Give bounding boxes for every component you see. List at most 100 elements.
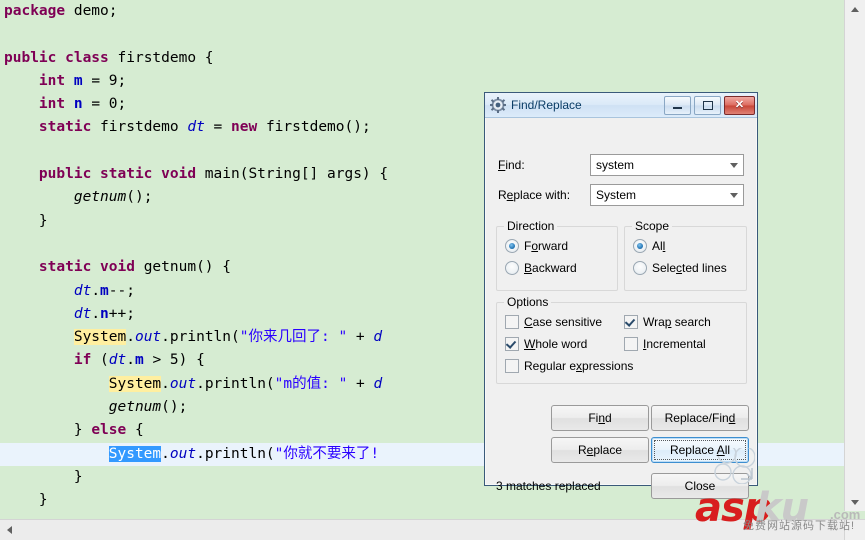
- replace-all-button-label: Replace All: [669, 443, 731, 457]
- chevron-down-icon[interactable]: [725, 162, 743, 168]
- code-token: =: [204, 119, 232, 136]
- checkbox-wrap-search-label: Wrap search: [643, 315, 711, 329]
- radio-selected-lines-indicator[interactable]: [633, 261, 647, 275]
- code-token: .: [161, 445, 170, 462]
- chevron-down-icon-2[interactable]: [725, 192, 743, 198]
- code-token: .println(: [161, 329, 240, 346]
- options-group: Options Case sensitive Wrap search Whole…: [496, 295, 747, 384]
- radio-backward[interactable]: Backward: [505, 261, 577, 275]
- status-text: 3 matches replaced: [496, 479, 601, 493]
- replace-label: Replace with:: [498, 188, 571, 202]
- code-line[interactable]: int m = 9;: [0, 70, 845, 93]
- restore-button[interactable]: [694, 95, 721, 115]
- code-token: if: [73, 352, 92, 369]
- checkbox-incremental-label: Incremental: [643, 337, 706, 351]
- find-input-value: system: [596, 158, 635, 172]
- replace-input[interactable]: System: [590, 184, 744, 206]
- code-token: .println(: [196, 375, 275, 392]
- checkbox-wrap-search[interactable]: Wrap search: [624, 315, 711, 329]
- radio-forward-label: Forward: [524, 239, 569, 253]
- editor-vertical-scrollbar[interactable]: [844, 0, 865, 511]
- radio-all[interactable]: All: [633, 239, 665, 253]
- checkbox-regular-expressions-box[interactable]: [505, 359, 519, 373]
- code-token: ;: [117, 72, 127, 89]
- checkbox-whole-word[interactable]: Whole word: [505, 337, 587, 351]
- code-token: package: [4, 3, 74, 19]
- find-label: Find:: [498, 158, 525, 172]
- checkbox-regular-expressions-label: Regular expressions: [524, 359, 634, 373]
- checkbox-incremental-box[interactable]: [624, 337, 638, 351]
- code-token: "m的值: ": [274, 375, 348, 392]
- code-token: 5: [169, 352, 179, 369]
- checkbox-case-sensitive[interactable]: Case sensitive: [505, 315, 602, 329]
- checkbox-case-sensitive-box[interactable]: [505, 315, 519, 329]
- window-buttons: ✕: [664, 95, 755, 115]
- code-token: System: [108, 445, 162, 462]
- code-token: .: [161, 375, 170, 392]
- find-replace-dialog[interactable]: Find/Replace ✕ Find: system Replace with…: [484, 92, 758, 499]
- radio-selected-lines[interactable]: Selected lines: [633, 261, 727, 275]
- radio-backward-indicator[interactable]: [505, 261, 519, 275]
- code-token: =: [82, 72, 109, 89]
- find-button-label: Find: [588, 411, 612, 425]
- code-token: dt: [108, 352, 127, 369]
- code-token: ;: [108, 3, 118, 19]
- code-line[interactable]: package demo;: [0, 0, 845, 23]
- scope-group: Scope All Selected lines: [624, 219, 747, 291]
- code-token: System: [108, 375, 162, 392]
- scroll-up-icon[interactable]: [845, 0, 865, 18]
- code-token: d: [373, 329, 383, 346]
- find-button[interactable]: Find: [551, 405, 649, 431]
- checkbox-regular-expressions[interactable]: Regular expressions: [505, 359, 633, 373]
- replace-button-label: Replace: [577, 443, 623, 457]
- replace-button[interactable]: Replace: [551, 437, 649, 463]
- close-window-button[interactable]: ✕: [724, 95, 755, 115]
- code-line[interactable]: [0, 23, 845, 46]
- code-token: int: [38, 96, 66, 113]
- code-token: firstdemo: [91, 119, 188, 136]
- watermark-subtitle: 免费网站源码下载站!: [743, 520, 856, 532]
- checkbox-whole-word-box[interactable]: [505, 337, 519, 351]
- dialog-titlebar[interactable]: Find/Replace ✕: [485, 93, 757, 118]
- scroll-left-icon[interactable]: [0, 520, 18, 540]
- code-token: public class: [4, 49, 118, 66]
- code-token: ;: [117, 96, 127, 113]
- code-line[interactable]: public class firstdemo {: [0, 47, 845, 70]
- code-token: out: [169, 375, 197, 392]
- radio-forward-indicator[interactable]: [505, 239, 519, 253]
- radio-forward[interactable]: Forward: [505, 239, 568, 253]
- code-token: .: [91, 282, 101, 299]
- checkbox-wrap-search-box[interactable]: [624, 315, 638, 329]
- find-input[interactable]: system: [590, 154, 744, 176]
- replace-find-button[interactable]: Replace/Find: [651, 405, 749, 431]
- minimize-button[interactable]: [664, 95, 691, 115]
- direction-group-title: Direction: [504, 219, 558, 233]
- code-token: +: [347, 375, 374, 392]
- checkbox-incremental[interactable]: Incremental: [624, 337, 706, 351]
- code-token: ++;: [108, 305, 135, 322]
- code-token: out: [169, 445, 197, 462]
- code-token: int: [38, 72, 66, 89]
- code-token: }: [4, 468, 83, 485]
- replace-all-button[interactable]: Replace All: [651, 437, 749, 463]
- code-token: static: [38, 119, 92, 136]
- code-token: .println(: [196, 445, 275, 462]
- radio-all-indicator[interactable]: [633, 239, 647, 253]
- code-token: {: [126, 422, 144, 439]
- replace-find-button-label: Replace/Find: [664, 411, 736, 425]
- code-token: firstdemo: [117, 49, 197, 66]
- code-token: .: [126, 329, 135, 346]
- code-token: d: [373, 375, 383, 392]
- checkbox-case-sensitive-label: Case sensitive: [524, 315, 603, 329]
- code-token: 9: [108, 72, 118, 89]
- options-group-title: Options: [504, 295, 552, 309]
